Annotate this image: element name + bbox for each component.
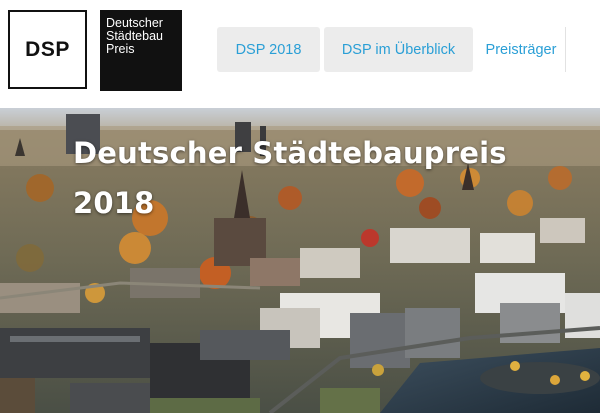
nav-item-dsp-2018[interactable]: DSP 2018	[217, 27, 320, 72]
dsp-logo-text: DSP	[25, 37, 70, 61]
nav-item-preistraeger[interactable]: Preisträger	[477, 27, 566, 72]
hero-title-line-1: Deutscher Städtebaupreis	[73, 136, 507, 170]
site-header: DSP Deutscher Städtebau Preis DSP 2018 D…	[0, 0, 600, 108]
logo-line-3: Preis	[106, 42, 135, 56]
nav-item-dsp-im-ueberblick[interactable]: DSP im Überblick	[324, 27, 473, 72]
main-navigation: DSP 2018 DSP im Überblick Preisträger	[217, 27, 566, 72]
hero-banner: Deutscher Städtebaupreis 2018	[0, 108, 600, 413]
hero-title: Deutscher Städtebaupreis 2018	[73, 128, 573, 228]
dsp-logo[interactable]: DSP	[8, 10, 87, 89]
deutscher-staedtebaupreis-logo[interactable]: Deutscher Städtebau Preis	[100, 10, 182, 91]
hero-title-line-2: 2018	[73, 186, 155, 220]
